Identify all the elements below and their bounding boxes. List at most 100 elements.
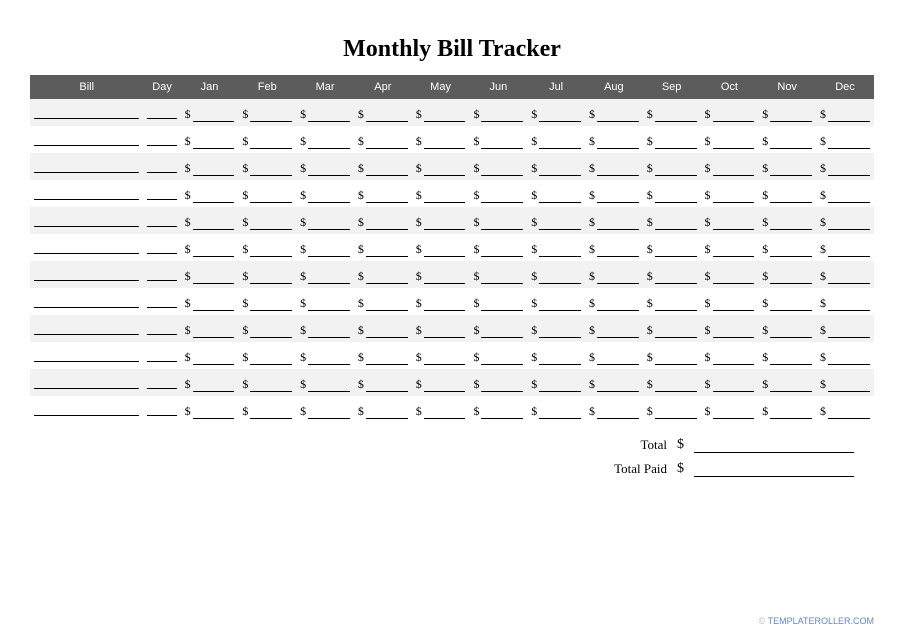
month-cell: $ [585, 369, 643, 396]
currency-symbol: $ [358, 350, 364, 365]
currency-symbol: $ [300, 296, 306, 311]
col-day: Day [143, 75, 180, 99]
currency-symbol: $ [820, 242, 826, 257]
month-cell: $ [585, 180, 643, 207]
currency-symbol: $ [820, 134, 826, 149]
blank-line [770, 381, 812, 392]
blank-line [481, 381, 523, 392]
blank-line [193, 408, 235, 419]
month-cell: $ [354, 180, 412, 207]
month-cell: $ [469, 315, 527, 342]
blank-line [655, 192, 697, 203]
bill-name-cell [30, 315, 143, 342]
currency-symbol: $ [242, 107, 248, 122]
blank-line [713, 165, 755, 176]
blank-line [481, 273, 523, 284]
month-cell: $ [701, 126, 759, 153]
blank-line [597, 192, 639, 203]
col-feb: Feb [238, 75, 296, 99]
blank-line [539, 381, 581, 392]
blank-line [424, 138, 466, 149]
blank-line [770, 138, 812, 149]
month-cell: $ [181, 126, 239, 153]
blank-line [539, 408, 581, 419]
month-cell: $ [181, 99, 239, 126]
table-row: $$$$$$$$$$$$ [30, 234, 874, 261]
currency-symbol: $ [473, 188, 479, 203]
month-cell: $ [181, 153, 239, 180]
blank-line [250, 138, 292, 149]
month-cell: $ [354, 315, 412, 342]
blank-line [34, 243, 139, 254]
month-cell: $ [585, 315, 643, 342]
blank-line [655, 165, 697, 176]
month-cell: $ [701, 261, 759, 288]
col-bill: Bill [30, 75, 143, 99]
blank-line [34, 162, 139, 173]
currency-symbol: $ [416, 161, 422, 176]
currency-symbol: $ [473, 242, 479, 257]
currency-symbol: $ [589, 242, 595, 257]
blank-line [770, 165, 812, 176]
blank-line [713, 354, 755, 365]
blank-line [424, 111, 466, 122]
currency-symbol: $ [705, 161, 711, 176]
month-cell: $ [181, 369, 239, 396]
day-cell [143, 153, 180, 180]
total-label: Total [640, 437, 667, 453]
currency-symbol: $ [820, 107, 826, 122]
blank-line [193, 246, 235, 257]
blank-line [770, 219, 812, 230]
currency-symbol: $ [589, 188, 595, 203]
col-mar: Mar [296, 75, 354, 99]
blank-line [147, 297, 176, 308]
month-cell: $ [585, 153, 643, 180]
blank-line [539, 246, 581, 257]
blank-line [597, 300, 639, 311]
currency-symbol: $ [242, 134, 248, 149]
currency-symbol: $ [531, 404, 537, 419]
month-cell: $ [412, 396, 470, 423]
currency-symbol: $ [677, 437, 684, 453]
month-cell: $ [527, 180, 585, 207]
month-cell: $ [701, 342, 759, 369]
blank-line [424, 192, 466, 203]
month-cell: $ [758, 99, 816, 126]
currency-symbol: $ [473, 134, 479, 149]
currency-symbol: $ [300, 269, 306, 284]
blank-line [828, 219, 870, 230]
currency-symbol: $ [473, 404, 479, 419]
currency-symbol: $ [416, 350, 422, 365]
total-paid-row: Total Paid $ [30, 457, 874, 481]
month-cell: $ [238, 342, 296, 369]
month-cell: $ [643, 396, 701, 423]
blank-line [655, 111, 697, 122]
footer-link[interactable]: TEMPLATEROLLER.COM [768, 616, 874, 626]
col-apr: Apr [354, 75, 412, 99]
currency-symbol: $ [358, 161, 364, 176]
currency-symbol: $ [185, 350, 191, 365]
blank-line [147, 351, 176, 362]
month-cell: $ [296, 99, 354, 126]
blank-line [828, 111, 870, 122]
month-cell: $ [816, 180, 874, 207]
day-cell [143, 180, 180, 207]
blank-line [655, 138, 697, 149]
blank-line [655, 219, 697, 230]
month-cell: $ [238, 153, 296, 180]
currency-symbol: $ [242, 242, 248, 257]
month-cell: $ [238, 369, 296, 396]
month-cell: $ [527, 315, 585, 342]
month-cell: $ [643, 315, 701, 342]
blank-line [481, 165, 523, 176]
currency-symbol: $ [647, 242, 653, 257]
month-cell: $ [758, 180, 816, 207]
blank-line [770, 192, 812, 203]
month-cell: $ [758, 396, 816, 423]
blank-line [308, 408, 350, 419]
month-cell: $ [296, 342, 354, 369]
currency-symbol: $ [531, 161, 537, 176]
month-cell: $ [181, 342, 239, 369]
month-cell: $ [643, 126, 701, 153]
month-cell: $ [181, 207, 239, 234]
